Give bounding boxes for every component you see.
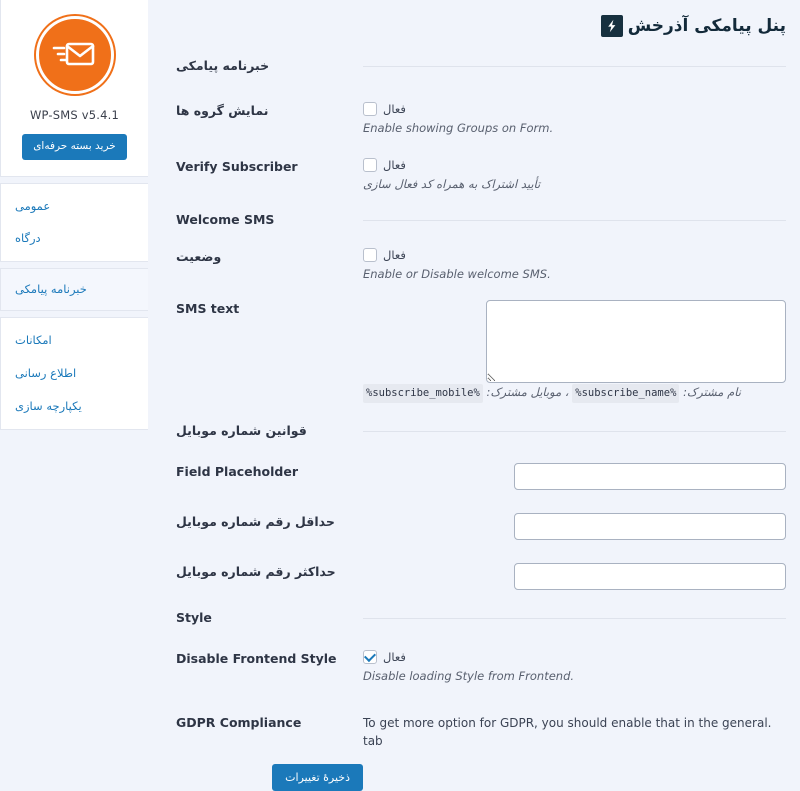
show-groups-enabled-label: فعال (383, 102, 406, 116)
row-save: ذخیرهٔ تغییرات (148, 750, 800, 791)
welcome-status-control: فعال .Enable or Disable welcome SMS (363, 248, 800, 282)
section-style-rule (363, 590, 800, 646)
row-min-digits: حداقل رقم شماره موبایل (148, 490, 800, 541)
row-field-placeholder: Field Placeholder (148, 459, 800, 491)
row-show-groups: نمایش گروه ها فعال .Enable showing Group… (148, 80, 800, 136)
lightning-bolt-icon (600, 15, 623, 37)
save-changes-button[interactable]: ذخیرهٔ تغییرات (272, 764, 363, 791)
field-placeholder-label: Field Placeholder (176, 464, 299, 480)
max-digits-input[interactable] (514, 563, 786, 591)
row-sms-text: SMS text نام مشترک: %subscribe_name% ، م… (148, 282, 800, 404)
sms-text-textarea[interactable] (486, 300, 786, 384)
sms-text-control: نام مشترک: %subscribe_name% ، موبایل مشت… (363, 300, 800, 404)
gdpr-compliance-control: .To get more option for GDPR, you should… (363, 714, 800, 750)
sidebar-item-integration[interactable]: یکپارچه سازی (1, 390, 148, 423)
var-subscribe-name: %subscribe_name% (572, 384, 680, 404)
row-disable-frontend-style: Disable Frontend Style فعال .Disable loa… (148, 646, 800, 684)
min-digits-label: حداقل رقم شماره موبایل (176, 514, 335, 530)
show-groups-description: .Enable showing Groups on Form (363, 121, 554, 135)
var-subscribe-mobile: %subscribe_mobile% (363, 384, 483, 404)
show-groups-control: فعال .Enable showing Groups on Form (363, 102, 800, 136)
disable-frontend-style-checkbox[interactable] (363, 650, 377, 665)
sidebar-menu-group-1: عمومی درگاه (0, 182, 148, 263)
disable-frontend-style-enabled-label: فعال (383, 650, 406, 665)
sms-text-variables-hint: نام مشترک: %subscribe_name% ، موبایل مشت… (363, 383, 786, 404)
gdpr-note: .To get more option for GDPR, you should… (363, 716, 772, 749)
vars-middle: ، موبایل مشترک: (486, 385, 569, 400)
sidebar: WP-SMS v5.4.1 خرید بسته حرفه‌ای عمومی در… (0, 0, 148, 791)
welcome-status-label: وضعیت (176, 249, 222, 265)
sidebar-item-newsletter[interactable]: خبرنامه پیامکی (1, 273, 148, 306)
section-mobile-rules-rule (363, 403, 800, 459)
main-content: پنل پیامکی آذرخش خبرنامه پیامکی نمایش گر… (148, 0, 800, 791)
max-digits-control (363, 563, 800, 591)
show-groups-checkbox[interactable] (363, 102, 377, 116)
section-welcome-sms: Welcome SMS (148, 192, 800, 248)
verify-subscriber-label: Verify Subscriber (176, 159, 298, 175)
save-button-wrap: ذخیرهٔ تغییرات (176, 750, 363, 791)
verify-subscriber-control: فعال تأیید اشتراک به همراه کد فعال سازی (363, 158, 800, 192)
section-style: Style (148, 590, 800, 646)
sidebar-brand-card: WP-SMS v5.4.1 خرید بسته حرفه‌ای (0, 0, 148, 177)
sidebar-menu-group-2: امکانات اطلاع رسانی یکپارچه سازی (0, 317, 148, 431)
topbar: پنل پیامکی آذرخش (148, 0, 800, 52)
row-max-digits: حداکثر رقم شماره موبایل (148, 540, 800, 591)
verify-subscriber-enabled-label: فعال (383, 158, 406, 173)
sidebar-item-features[interactable]: امکانات (1, 324, 148, 357)
section-welcome-sms-rule (363, 192, 800, 248)
envelope-send-icon (35, 16, 114, 94)
row-verify-subscriber: Verify Subscriber فعال تأیید اشتراک به ه… (148, 136, 800, 192)
page-root: WP-SMS v5.4.1 خرید بسته حرفه‌ای عمومی در… (0, 0, 800, 791)
welcome-status-checkbox[interactable] (363, 248, 377, 263)
row-welcome-status: وضعیت فعال .Enable or Disable welcome SM… (148, 248, 800, 282)
show-groups-label: نمایش گروه ها (176, 103, 269, 118)
section-newsletter-rule (363, 52, 800, 80)
vars-prefix: نام مشترک: (683, 385, 741, 400)
buy-pro-package-button[interactable]: خرید بسته حرفه‌ای (22, 134, 127, 160)
section-mobile-rules: قوانین شماره موبایل (148, 403, 800, 459)
sidebar-item-general[interactable]: عمومی (1, 190, 148, 223)
disable-frontend-style-control: فعال .Disable loading Style from Fronten… (363, 650, 800, 684)
plugin-version: WP-SMS v5.4.1 (29, 108, 120, 122)
row-gdpr-compliance: GDPR Compliance .To get more option for … (148, 684, 800, 750)
brandmark: پنل پیامکی آذرخش (600, 15, 786, 37)
field-placeholder-control (363, 463, 800, 491)
section-newsletter: خبرنامه پیامکی (148, 52, 800, 80)
max-digits-label: حداکثر رقم شماره موبایل (176, 564, 336, 580)
section-welcome-sms-label: Welcome SMS (176, 212, 275, 228)
save-label-spacer: ذخیرهٔ تغییرات (148, 750, 363, 791)
sms-text-label: SMS text (176, 301, 240, 317)
gdpr-compliance-label: GDPR Compliance (176, 715, 302, 731)
brandmark-text: پنل پیامکی آذرخش (627, 16, 786, 36)
min-digits-control (363, 513, 800, 541)
disable-frontend-style-label: Disable Frontend Style (176, 651, 337, 667)
sidebar-item-gateway[interactable]: درگاه (1, 222, 148, 255)
sidebar-menu-group-active: خبرنامه پیامکی (0, 268, 148, 312)
section-mobile-rules-label: قوانین شماره موبایل (176, 423, 307, 439)
welcome-status-description: .Enable or Disable welcome SMS (363, 267, 551, 282)
min-digits-input[interactable] (514, 513, 786, 541)
field-placeholder-input[interactable] (514, 463, 786, 491)
disable-frontend-style-description: .Disable loading Style from Frontend (363, 669, 575, 684)
verify-subscriber-checkbox[interactable] (363, 158, 377, 173)
sidebar-item-notifications[interactable]: اطلاع رسانی (1, 357, 148, 390)
section-newsletter-label: خبرنامه پیامکی (176, 58, 270, 74)
section-style-label: Style (176, 610, 212, 626)
welcome-status-enabled-label: فعال (383, 248, 406, 263)
verify-subscriber-description: تأیید اشتراک به همراه کد فعال سازی (363, 177, 541, 192)
